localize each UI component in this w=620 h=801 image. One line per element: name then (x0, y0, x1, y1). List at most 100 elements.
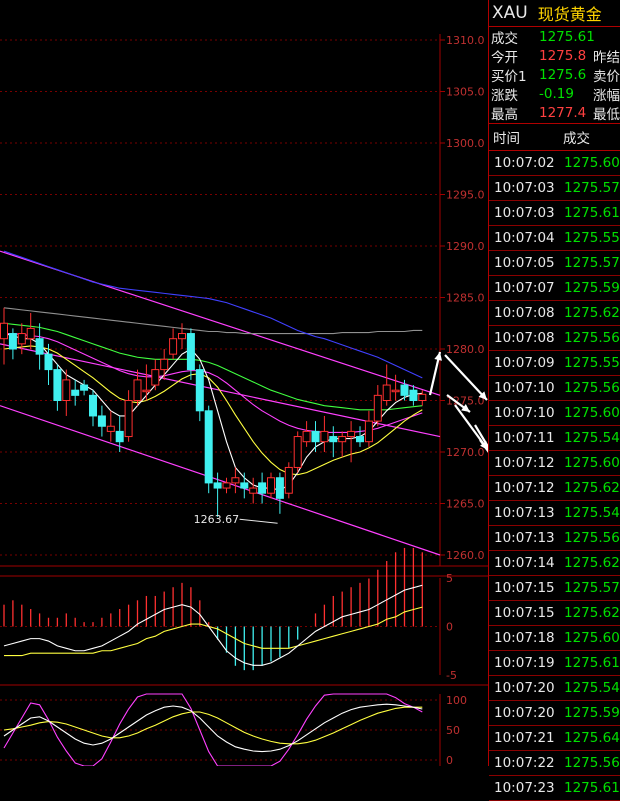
tick-time: 10:07:21 (494, 730, 555, 746)
candle (17, 333, 26, 345)
tick-price: 1275.64 (564, 730, 620, 746)
candle (71, 389, 80, 396)
candle (106, 425, 115, 432)
kdj-tick-label: 0 (446, 754, 453, 766)
price-tick-label: 1305.0 (446, 86, 485, 99)
tick-row: 10:07:13 1275.56 (489, 526, 620, 551)
tick-price: 1275.60 (564, 455, 620, 471)
quote-label-right: 最低 (593, 106, 620, 123)
quote-row: 成交 1275.61 (489, 27, 620, 47)
quote-panel: XAU 现货黄金 成交 1275.61 今开 1275.8 昨结 买价1 1275.6 卖价涨… (488, 0, 620, 801)
tick-row: 10:07:13 1275.54 (489, 501, 620, 526)
tick-row: 10:07:22 1275.56 (489, 751, 620, 776)
tick-time: 10:07:18 (494, 630, 555, 646)
tick-time: 10:07:08 (494, 305, 555, 321)
price-tick-label: 1270.0 (446, 446, 485, 459)
price-tick-label: 1260.0 (446, 549, 485, 562)
tick-row: 10:07:15 1275.62 (489, 601, 620, 626)
tick-time: 10:07:20 (494, 705, 555, 721)
tick-row: 10:07:20 1275.59 (489, 701, 620, 726)
candle (284, 466, 293, 494)
tick-price: 1275.62 (564, 305, 620, 321)
candle (80, 384, 89, 391)
tick-row: 10:07:20 1275.54 (489, 676, 620, 701)
candle (275, 477, 284, 499)
tick-row: 10:07:05 1275.57 (489, 251, 620, 276)
candle (373, 394, 382, 422)
tick-row: 10:07:08 1275.62 (489, 301, 620, 326)
tick-row: 10:07:07 1275.59 (489, 276, 620, 301)
tick-list[interactable]: 10:07:02 1275.60 10:07:03 1275.57 10:07:03 12… (489, 151, 620, 801)
tick-row: 10:07:14 1275.62 (489, 551, 620, 576)
candle (142, 389, 151, 393)
tick-price: 1275.62 (564, 555, 620, 571)
candle (347, 430, 356, 438)
tick-row: 10:07:09 1275.55 (489, 351, 620, 376)
quote-value: -0.19 (539, 85, 574, 102)
candle (329, 436, 338, 443)
kdj-tick-label: 100 (446, 694, 467, 707)
low-price-leader (239, 518, 278, 524)
tick-price: 1275.62 (564, 605, 620, 621)
candle (338, 436, 347, 443)
tick-price: 1275.54 (564, 680, 620, 696)
quote-row: 最高 1277.4 最低 (489, 103, 620, 123)
tick-time: 10:07:22 (494, 755, 555, 771)
quote-table: 成交 1275.61 今开 1275.8 昨结 买价1 1275.6 卖价 涨跌 -0.19 涨幅最… (489, 27, 620, 124)
ticks-header-time: 时间 (493, 131, 520, 147)
candle (231, 477, 240, 484)
quote-value: 1275.8 (539, 47, 587, 64)
tick-price: 1275.57 (564, 580, 620, 596)
tick-price: 1275.60 (564, 405, 620, 421)
quote-row: 今开 1275.8 昨结 (489, 46, 620, 66)
price-tick-label: 1295.0 (446, 189, 485, 202)
tick-price: 1275.57 (564, 180, 620, 196)
tick-time: 10:07:23 (494, 780, 555, 796)
candle (8, 333, 17, 350)
annotation-arrow (444, 354, 488, 401)
tick-time: 10:07:15 (494, 580, 555, 596)
candle (178, 333, 186, 340)
tick-row: 10:07:12 1275.60 (489, 451, 620, 476)
macd-tick-label: -5 (446, 669, 457, 682)
chart-area[interactable]: 1310.0 1305.0 1300.0 1295.0 1290.0 1285.0 1280… (0, 0, 488, 766)
quote-label-right: 卖价 (593, 68, 620, 85)
quote-row: 买价1 1275.6 卖价 (489, 65, 620, 85)
quote-label: 涨跌 (491, 87, 518, 104)
tick-price: 1275.54 (564, 430, 620, 446)
quote-label: 今开 (491, 49, 518, 66)
tick-time: 10:07:14 (494, 555, 555, 571)
candle (409, 389, 418, 402)
tick-price: 1275.55 (564, 355, 620, 371)
candle (44, 353, 53, 371)
tick-time: 10:07:05 (494, 255, 555, 271)
tick-time: 10:07:15 (494, 605, 555, 621)
tick-time: 10:07:02 (494, 155, 555, 171)
ticks-header: 时间 成交 (489, 124, 620, 151)
kline-chart[interactable]: 1310.0 1305.0 1300.0 1295.0 1290.0 1285.0 1280… (0, 0, 488, 766)
candle (89, 394, 97, 417)
tick-price: 1275.56 (564, 530, 620, 546)
candle (382, 384, 391, 401)
tick-row: 10:07:03 1275.61 (489, 201, 620, 226)
tick-row: 10:07:18 1275.60 (489, 626, 620, 651)
candle (115, 430, 124, 443)
tick-row: 10:07:03 1275.57 (489, 176, 620, 201)
tick-time: 10:07:10 (494, 405, 555, 421)
macd-tick-label: 5 (446, 572, 453, 585)
quote-label: 最高 (491, 106, 518, 123)
candle (151, 369, 160, 386)
tick-row: 10:07:08 1275.56 (489, 326, 620, 351)
tick-time: 10:07:09 (494, 355, 555, 371)
tick-row: 10:07:15 1275.57 (489, 576, 620, 601)
tick-time: 10:07:12 (494, 480, 555, 496)
quote-value: 1277.4 (539, 104, 587, 121)
tick-time: 10:07:07 (494, 280, 555, 296)
annotation-arrow-up-head (434, 352, 442, 361)
tick-price: 1275.56 (564, 755, 620, 771)
candle (169, 338, 178, 355)
price-tick-label: 1265.0 (446, 498, 485, 511)
tick-price: 1275.55 (564, 230, 620, 246)
tick-price: 1275.60 (564, 630, 620, 646)
tick-time: 10:07:03 (494, 205, 555, 221)
